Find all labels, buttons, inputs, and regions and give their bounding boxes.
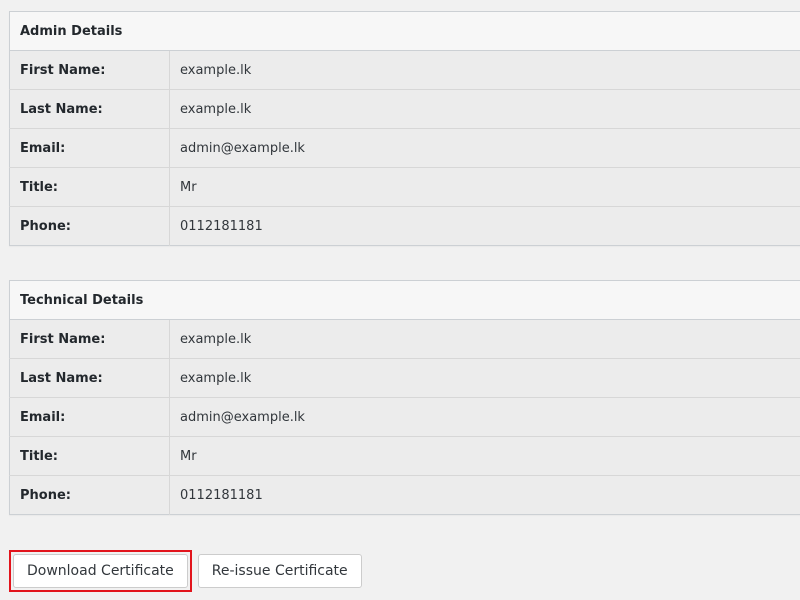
technical-phone-value: 0112181181 (180, 487, 263, 503)
table-row: Email: admin@example.lk (9, 397, 800, 437)
technical-last-name-label: Last Name: (9, 358, 170, 398)
technical-phone-label: Phone: (9, 475, 170, 515)
download-certificate-button[interactable]: Download Certificate (13, 554, 188, 588)
table-row: Phone: 0112181181 (9, 206, 800, 246)
table-row: Phone: 0112181181 (9, 475, 800, 515)
admin-first-name-label: First Name: (9, 50, 170, 90)
technical-details-header: Technical Details (9, 280, 800, 320)
reissue-certificate-button[interactable]: Re-issue Certificate (197, 554, 362, 588)
technical-email-value: admin@example.lk (169, 397, 800, 437)
admin-first-name-value: example.lk (169, 50, 800, 90)
admin-last-name-label: Last Name: (9, 89, 170, 129)
table-row: First Name: example.lk (9, 319, 800, 359)
technical-title-value: Mr (169, 436, 800, 476)
admin-title-value: Mr (169, 167, 800, 207)
download-highlight-frame: Download Certificate (9, 550, 192, 592)
table-row: Last Name: example.lk (9, 358, 800, 398)
table-row: Email: admin@example.lk (9, 128, 800, 168)
table-row: Title: Mr (9, 167, 800, 207)
admin-email-value: admin@example.lk (169, 128, 800, 168)
admin-details-table: Admin Details First Name: example.lk Las… (9, 11, 800, 246)
table-row: Last Name: example.lk (9, 89, 800, 129)
technical-last-name-value: example.lk (169, 358, 800, 398)
technical-email-label: Email: (9, 397, 170, 437)
admin-phone-label: Phone: (9, 206, 170, 246)
technical-first-name-label: First Name: (9, 319, 170, 359)
admin-title-label: Title: (9, 167, 170, 207)
certificate-actions: Download Certificate Re-issue Certificat… (9, 550, 362, 592)
table-row: Title: Mr (9, 436, 800, 476)
technical-details-table: Technical Details First Name: example.lk… (9, 280, 800, 515)
admin-details-header: Admin Details (9, 11, 800, 51)
admin-email-label: Email: (9, 128, 170, 168)
admin-phone-value: 0112181181 (180, 218, 263, 234)
technical-first-name-value: example.lk (169, 319, 800, 359)
technical-title-label: Title: (9, 436, 170, 476)
table-row: First Name: example.lk (9, 50, 800, 90)
admin-last-name-value: example.lk (169, 89, 800, 129)
